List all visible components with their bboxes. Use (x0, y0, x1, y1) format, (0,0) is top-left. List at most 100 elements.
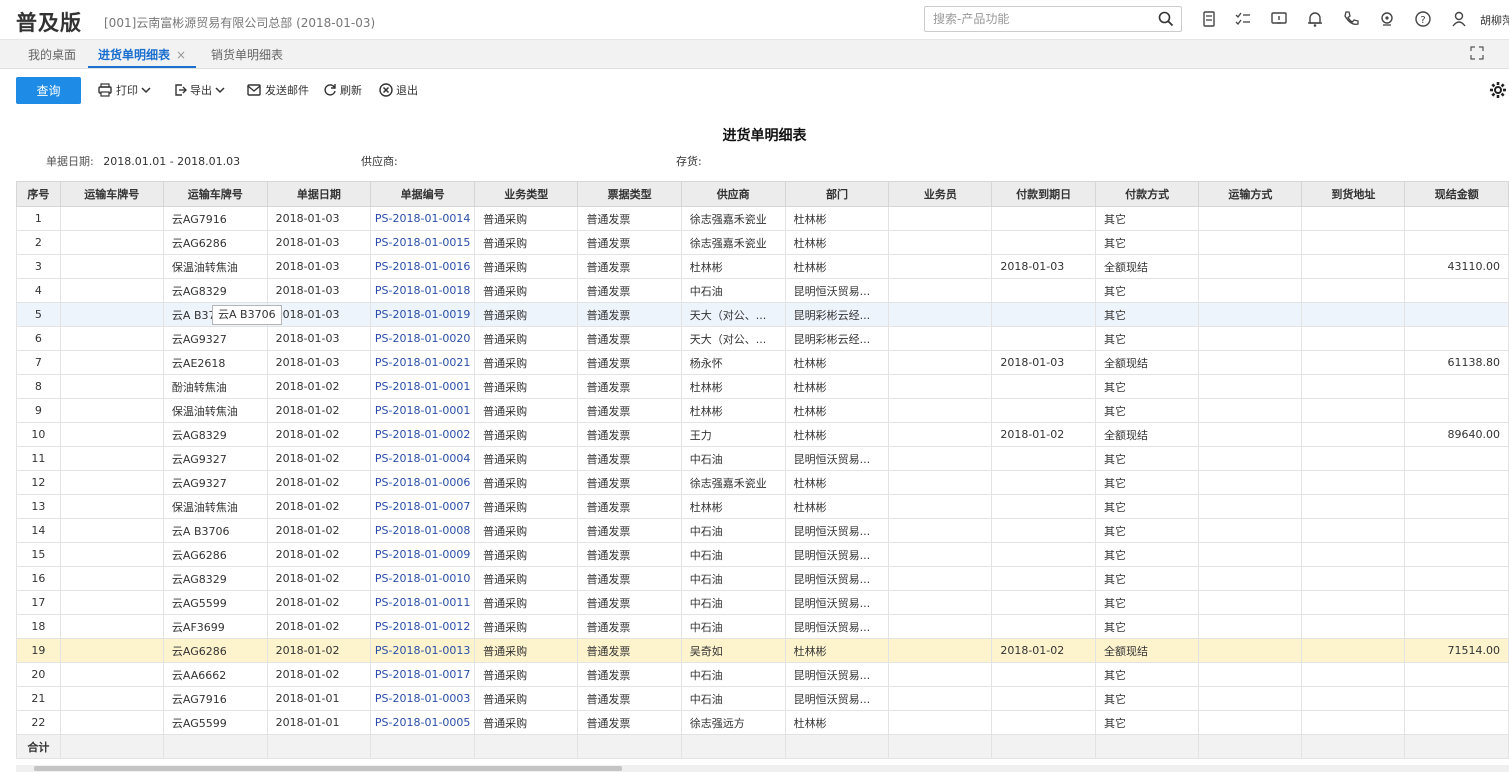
column-header[interactable]: 运输车牌号 (162, 181, 268, 207)
table-row[interactable]: 2 云AG6286 2018-01-03 PS-2018-01-0015 普通采购 普通发… (16, 230, 1509, 255)
print-button[interactable]: 打印 (97, 82, 154, 98)
doc-number-link[interactable]: PS-2018-01-0007 (370, 494, 476, 519)
table-row[interactable]: 12 云AG9327 2018-01-02 PS-2018-01-0006 普通采购 普通… (16, 470, 1509, 495)
table-cell: 15 (16, 542, 61, 567)
fullscreen-icon[interactable] (1470, 45, 1484, 64)
table-cell (1198, 614, 1303, 639)
table-cell (59, 302, 164, 327)
query-button[interactable]: 查询 (16, 77, 81, 104)
column-header[interactable]: 单据编号 (370, 181, 476, 207)
doc-number-link[interactable]: PS-2018-01-0013 (370, 638, 476, 663)
column-header[interactable]: 付款方式 (1094, 181, 1200, 207)
doc-number-link[interactable]: PS-2018-01-0001 (370, 374, 476, 399)
table-row[interactable]: 16 云AG8329 2018-01-02 PS-2018-01-0010 普通采购 普通… (16, 566, 1509, 591)
doc-number-link[interactable]: PS-2018-01-0019 (370, 302, 476, 327)
help-icon[interactable]: ? (1414, 10, 1432, 28)
doc-number-link[interactable]: PS-2018-01-0004 (370, 446, 476, 471)
user-name[interactable]: 胡柳萍 (1480, 12, 1509, 28)
table-cell (991, 326, 1096, 351)
doc-number-link[interactable]: PS-2018-01-0014 (370, 206, 476, 231)
phone-icon[interactable] (1342, 10, 1360, 28)
column-header[interactable]: 序号 (16, 181, 61, 207)
doc-number-link[interactable]: PS-2018-01-0005 (370, 710, 476, 735)
column-header[interactable]: 供应商 (680, 181, 786, 207)
table-row[interactable]: 7 云AE2618 2018-01-03 PS-2018-01-0021 普通采购 普通发… (16, 350, 1509, 375)
doc-number-link[interactable]: PS-2018-01-0011 (370, 590, 476, 615)
tab-purchase-detail[interactable]: 进货单明细表 × (88, 40, 197, 68)
table-row[interactable]: 22 云AG5599 2018-01-01 PS-2018-01-0005 普通采购 普通… (16, 710, 1509, 735)
table-cell (59, 710, 164, 735)
bell-icon[interactable] (1306, 10, 1324, 28)
table-row[interactable]: 20 云AA6662 2018-01-02 PS-2018-01-0017 普通采购 普通… (16, 662, 1509, 687)
doc-number-link[interactable]: PS-2018-01-0002 (370, 422, 476, 447)
doc-number-link[interactable]: PS-2018-01-0015 (370, 230, 476, 255)
column-header[interactable]: 付款到期日 (991, 181, 1096, 207)
tab-desktop[interactable]: 我的桌面 (28, 40, 76, 68)
doc-number-link[interactable]: PS-2018-01-0012 (370, 614, 476, 639)
table-cell: 17 (16, 590, 61, 615)
task-list-icon[interactable] (1234, 10, 1252, 28)
column-header[interactable]: 部门 (784, 181, 890, 207)
table-cell (1301, 302, 1406, 327)
table-row[interactable]: 3 保温油转焦油 2018-01-03 PS-2018-01-0016 普通采购 普通发票… (16, 254, 1509, 279)
column-header[interactable]: 业务类型 (474, 181, 579, 207)
table-cell: 2018-01-02 (991, 422, 1096, 447)
calculator-icon[interactable] (1200, 10, 1218, 28)
column-header[interactable]: 票据类型 (577, 181, 682, 207)
table-row[interactable]: 17 云AG5599 2018-01-02 PS-2018-01-0011 普通采购 普通… (16, 590, 1509, 615)
gear-icon[interactable] (1489, 81, 1507, 103)
column-header[interactable]: 现结金额 (1404, 181, 1509, 207)
table-row[interactable]: 14 云A B3706 2018-01-02 PS-2018-01-0008 普通采购普… (16, 518, 1509, 543)
column-header[interactable]: 到货地址 (1301, 181, 1406, 207)
close-icon[interactable]: × (176, 48, 186, 62)
table-cell: 其它 (1094, 326, 1200, 351)
table-cell (1198, 710, 1303, 735)
tab-sales-detail[interactable]: 销货单明细表 (211, 40, 283, 68)
table-cell: 2018-01-03 (266, 254, 372, 279)
exit-button[interactable]: 退出 (379, 82, 418, 98)
doc-number-link[interactable]: PS-2018-01-0006 (370, 470, 476, 495)
doc-number-link[interactable]: PS-2018-01-0010 (370, 566, 476, 591)
table-row[interactable]: 9 保温油转焦油 2018-01-02 PS-2018-01-0001 普通采购 普通发票… (16, 398, 1509, 423)
table-row[interactable]: 11 云AG9327 2018-01-02 PS-2018-01-0004 普通采购 普通… (16, 446, 1509, 471)
table-row[interactable]: 15 云AG6286 2018-01-02 PS-2018-01-0009 普通采购 普通… (16, 542, 1509, 567)
export-button[interactable]: 导出 (173, 82, 228, 98)
location-icon[interactable] (1378, 10, 1396, 28)
search-icon[interactable] (1157, 10, 1175, 32)
user-icon[interactable] (1450, 10, 1468, 28)
send-email-button[interactable]: 发送邮件 (246, 82, 309, 98)
doc-number-link[interactable]: PS-2018-01-0001 (370, 398, 476, 423)
data-grid: 序号 运输车牌号 运输车牌号 单据日期 单据编号 业务类型 票据类型 供应商 部门 业务员 付款到期… (16, 181, 1509, 765)
table-row[interactable]: 18 云AF3699 2018-01-02 PS-2018-01-0012 普通采购 普通… (16, 614, 1509, 639)
table-cell: 其它 (1094, 398, 1200, 423)
doc-number-link[interactable]: PS-2018-01-0003 (370, 686, 476, 711)
column-header[interactable]: 业务员 (888, 181, 993, 207)
doc-number-link[interactable]: PS-2018-01-0017 (370, 662, 476, 687)
table-row[interactable]: 6 云AG9327 2018-01-03 PS-2018-01-0020 普通采购 普通发… (16, 326, 1509, 351)
table-cell (59, 542, 164, 567)
table-row[interactable]: 13 保温油转焦油 2018-01-02 PS-2018-01-0007 普通采购 普通发… (16, 494, 1509, 519)
table-cell: 云AG5599 (162, 710, 268, 735)
column-header[interactable]: 运输车牌号 (59, 181, 164, 207)
column-header[interactable]: 运输方式 (1198, 181, 1303, 207)
search-box[interactable] (924, 6, 1182, 32)
table-cell (59, 470, 164, 495)
table-row[interactable]: 1 云AG7916 2018-01-03 PS-2018-01-0014 普通采购 普通发… (16, 206, 1509, 231)
doc-number-link[interactable]: PS-2018-01-0020 (370, 326, 476, 351)
table-row[interactable]: 8 酚油转焦油 2018-01-02 PS-2018-01-0001 普通采购 普通发票杜… (16, 374, 1509, 399)
doc-number-link[interactable]: PS-2018-01-0021 (370, 350, 476, 375)
doc-number-link[interactable]: PS-2018-01-0009 (370, 542, 476, 567)
scrollbar-thumb[interactable] (34, 766, 622, 771)
doc-number-link[interactable]: PS-2018-01-0018 (370, 278, 476, 303)
table-row[interactable]: 19 云AG6286 2018-01-02 PS-2018-01-0013 普通采购 普通… (16, 638, 1509, 663)
horizontal-scrollbar[interactable] (16, 765, 1509, 772)
doc-number-link[interactable]: PS-2018-01-0016 (370, 254, 476, 279)
table-row[interactable]: 4 云AG8329 2018-01-03 PS-2018-01-0018 普通采购 普通发… (16, 278, 1509, 303)
refresh-button[interactable]: 刷新 (323, 82, 362, 98)
doc-number-link[interactable]: PS-2018-01-0008 (370, 518, 476, 543)
table-row[interactable]: 10 云AG8329 2018-01-02 PS-2018-01-0002 普通采购 普通… (16, 422, 1509, 447)
column-header[interactable]: 单据日期 (266, 181, 372, 207)
table-row[interactable]: 21 云AG7916 2018-01-01 PS-2018-01-0003 普通采购 普通… (16, 686, 1509, 711)
message-icon[interactable] (1270, 10, 1288, 28)
search-input[interactable] (925, 7, 1145, 31)
